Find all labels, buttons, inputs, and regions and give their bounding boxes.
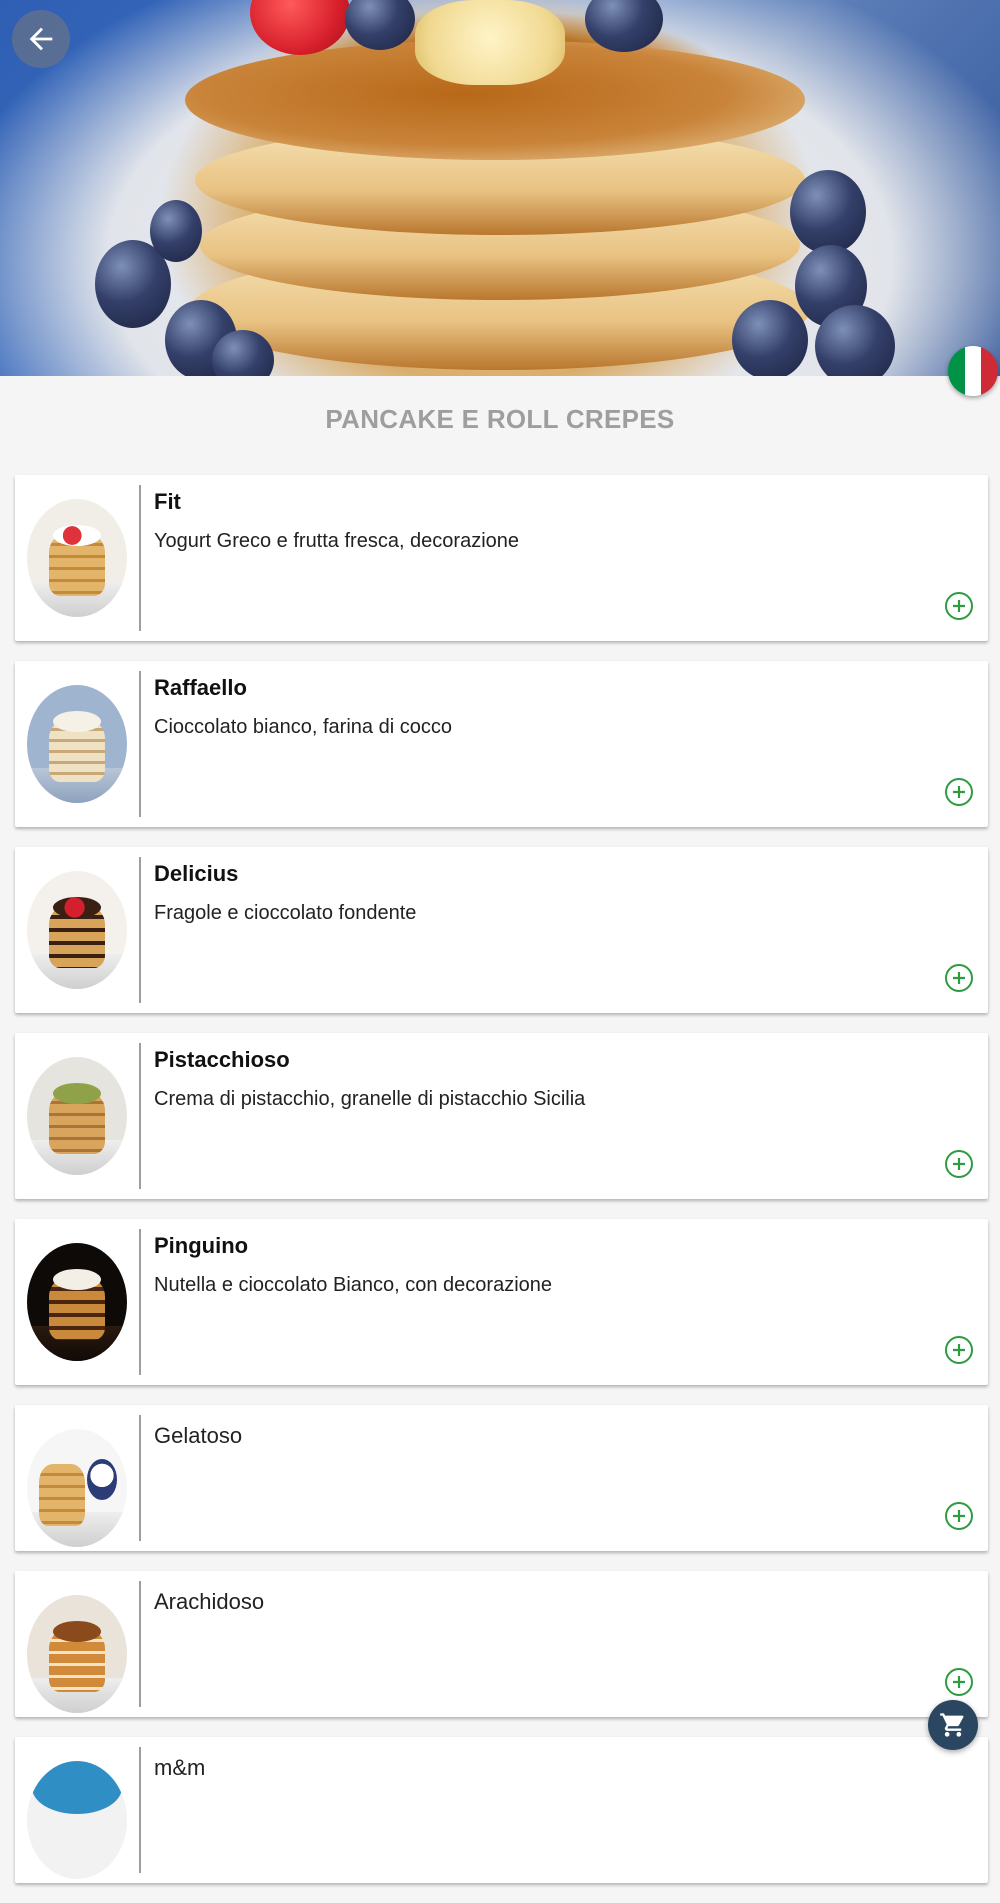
plus-icon xyxy=(953,600,965,612)
item-description: Cioccolato bianco, farina di cocco xyxy=(154,716,452,738)
blueberry xyxy=(790,170,866,254)
item-name: Delicius xyxy=(154,861,239,886)
menu-item-card[interactable]: Raffaello Cioccolato bianco, farina di c… xyxy=(15,661,988,827)
add-to-cart-button[interactable] xyxy=(945,1336,973,1364)
add-to-cart-button[interactable] xyxy=(945,1668,973,1696)
arrow-left-icon xyxy=(29,27,53,51)
menu-item-card[interactable]: Pistacchioso Crema di pistacchio, granel… xyxy=(15,1033,988,1199)
blueberry xyxy=(732,300,808,376)
back-button[interactable] xyxy=(12,10,70,68)
divider xyxy=(139,485,141,631)
menu-list: Fit Yogurt Greco e frutta fresca, decora… xyxy=(15,475,988,1903)
item-thumbnail xyxy=(27,499,127,617)
menu-item-card[interactable]: Arachidoso xyxy=(15,1571,988,1717)
divider xyxy=(139,1043,141,1189)
item-thumbnail xyxy=(27,685,127,803)
menu-item-card[interactable]: Gelatoso xyxy=(15,1405,988,1551)
item-thumbnail xyxy=(27,1057,127,1175)
divider xyxy=(139,1747,141,1873)
divider xyxy=(139,1415,141,1541)
add-to-cart-button[interactable] xyxy=(945,1502,973,1530)
add-to-cart-button[interactable] xyxy=(945,592,973,620)
strawberry xyxy=(250,0,350,55)
item-name: Gelatoso xyxy=(154,1423,243,1448)
blueberry xyxy=(815,305,895,376)
item-name: Pistacchioso xyxy=(154,1047,290,1072)
menu-item-card[interactable]: Fit Yogurt Greco e frutta fresca, decora… xyxy=(15,475,988,641)
shopping-cart-icon xyxy=(940,1713,964,1737)
plus-icon xyxy=(953,972,965,984)
plus-icon xyxy=(953,1158,965,1170)
menu-item-card[interactable]: Delicius Fragole e cioccolato fondente xyxy=(15,847,988,1013)
add-to-cart-button[interactable] xyxy=(945,778,973,806)
item-name: Raffaello xyxy=(154,675,247,700)
divider xyxy=(139,1229,141,1375)
item-description: Crema di pistacchio, granelle di pistacc… xyxy=(154,1088,586,1110)
item-thumbnail xyxy=(27,1243,127,1361)
plus-icon xyxy=(953,786,965,798)
item-description: Yogurt Greco e frutta fresca, decorazion… xyxy=(154,530,520,552)
language-flag-button[interactable] xyxy=(948,346,998,396)
plus-icon xyxy=(953,1510,965,1522)
item-thumbnail xyxy=(27,1429,127,1547)
item-thumbnail xyxy=(27,1761,127,1879)
cart-button[interactable] xyxy=(928,1700,978,1750)
item-name: m&m xyxy=(154,1755,206,1780)
plus-icon xyxy=(953,1344,965,1356)
menu-item-card[interactable]: Pinguino Nutella e cioccolato Bianco, co… xyxy=(15,1219,988,1385)
menu-item-card[interactable]: m&m xyxy=(15,1737,988,1883)
divider xyxy=(139,1581,141,1707)
hero-image xyxy=(0,0,1000,376)
item-description: Fragole e cioccolato fondente xyxy=(154,902,417,924)
item-name: Pinguino xyxy=(154,1233,249,1258)
divider xyxy=(139,857,141,1003)
category-title: PANCAKE E ROLL CREPES xyxy=(325,404,675,434)
add-to-cart-button[interactable] xyxy=(945,964,973,992)
item-name: Arachidoso xyxy=(154,1589,265,1614)
item-name: Fit xyxy=(154,489,181,514)
divider xyxy=(139,671,141,817)
item-description: Nutella e cioccolato Bianco, con decoraz… xyxy=(154,1274,553,1296)
item-thumbnail xyxy=(27,871,127,989)
plus-icon xyxy=(953,1676,965,1688)
banana-slice xyxy=(415,0,565,85)
blueberry xyxy=(150,200,202,262)
item-thumbnail xyxy=(27,1595,127,1713)
add-to-cart-button[interactable] xyxy=(945,1150,973,1178)
